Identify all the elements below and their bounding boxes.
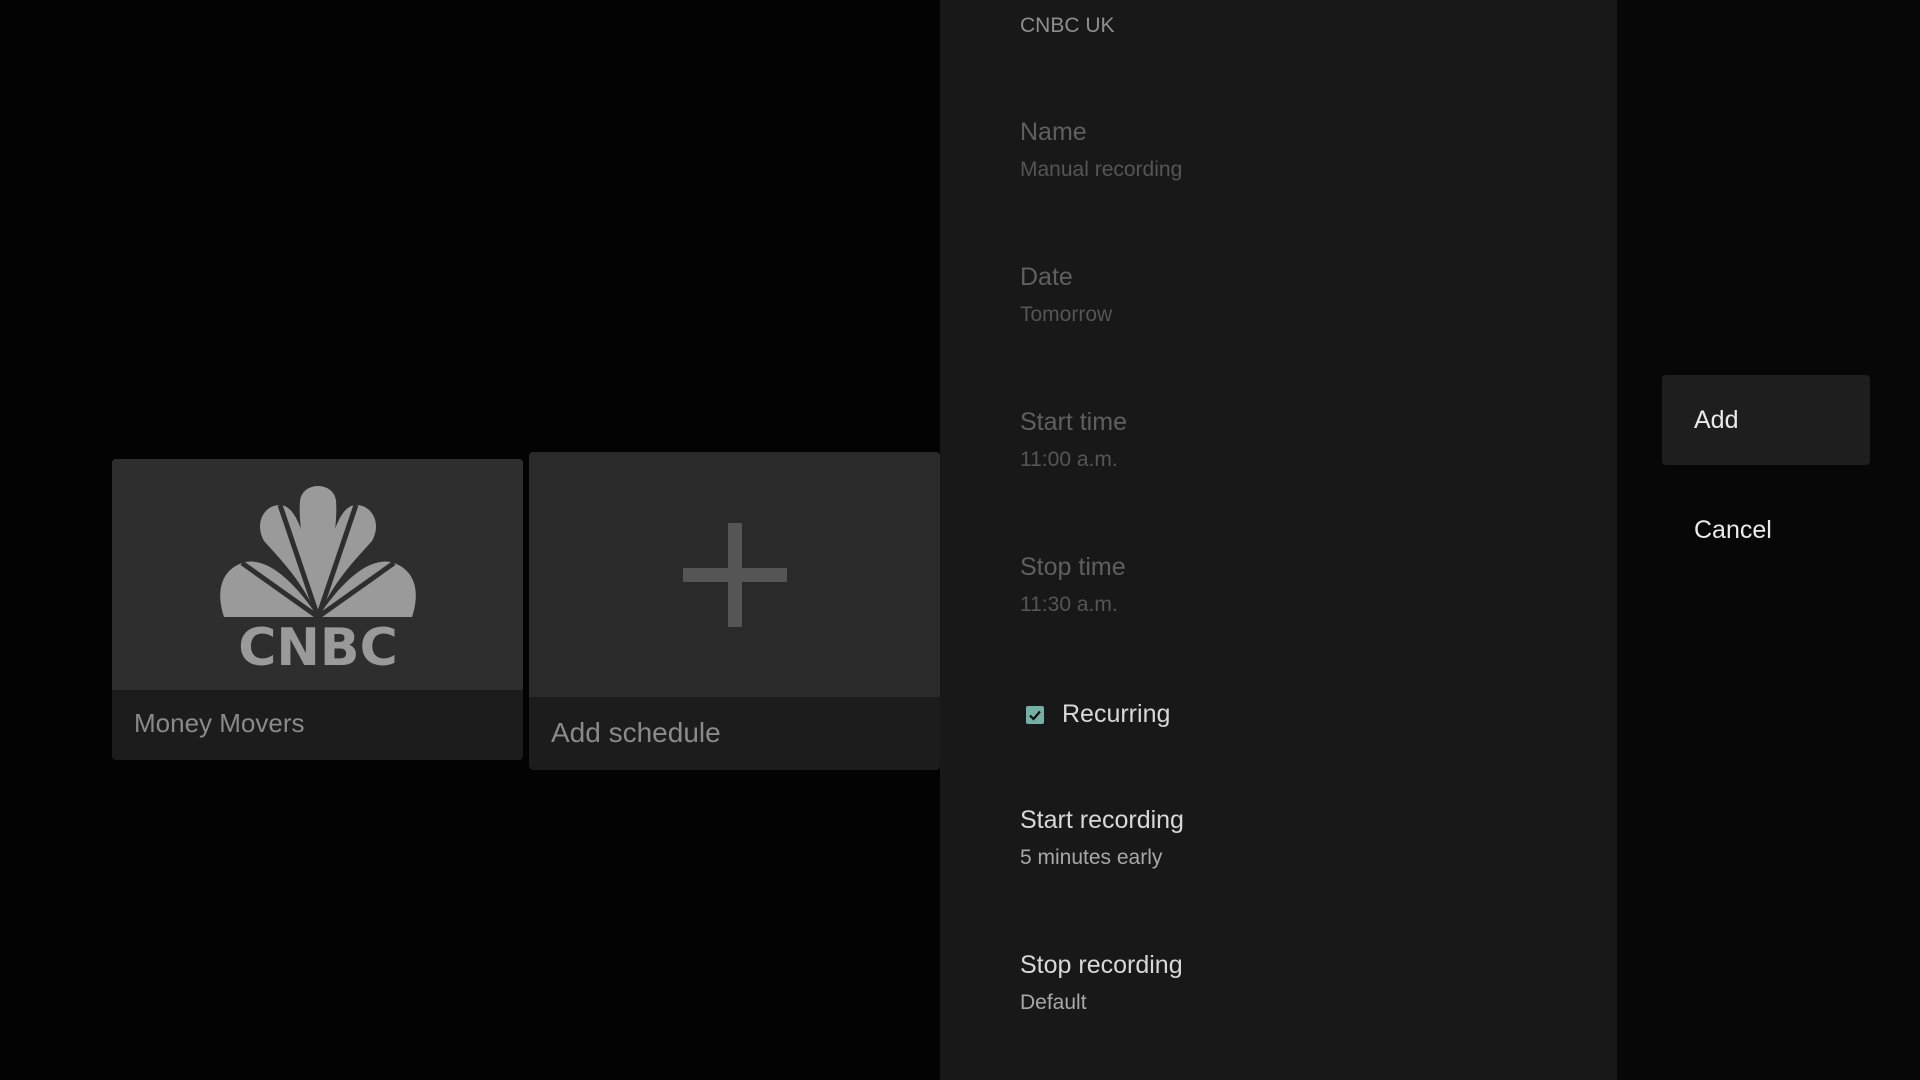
field-label: Start time xyxy=(1020,408,1127,436)
date-field[interactable]: Date Tomorrow xyxy=(1020,262,1112,328)
field-value: 5 minutes early xyxy=(1020,846,1163,869)
plus-icon xyxy=(682,522,787,627)
action-rail: Add Cancel xyxy=(1617,0,1920,1080)
field-value: Tomorrow xyxy=(1020,303,1113,326)
recurring-checkbox[interactable] xyxy=(1026,705,1044,724)
screen: CNBC Money Movers Add schedule CNBC UK N… xyxy=(0,0,1920,1080)
field-label: Name xyxy=(1020,118,1087,146)
schedule-card-money-movers[interactable]: CNBC Money Movers xyxy=(112,459,523,760)
recurring-label: Recurring xyxy=(1062,700,1171,728)
field-label: Start recording xyxy=(1020,806,1184,834)
field-label: Stop time xyxy=(1020,553,1126,581)
card-title: Add schedule xyxy=(551,717,721,748)
recurring-toggle[interactable]: Recurring xyxy=(1026,700,1170,729)
card-title: Money Movers xyxy=(134,708,305,738)
add-thumbnail xyxy=(529,452,940,697)
add-schedule-card[interactable]: Add schedule xyxy=(529,452,940,770)
checkmark-icon xyxy=(1029,710,1041,721)
channel-name: CNBC UK xyxy=(1020,14,1115,37)
cancel-button[interactable]: Cancel xyxy=(1662,485,1870,575)
field-value: 11:00 a.m. xyxy=(1020,448,1118,471)
peacock-logo-icon: CNBC xyxy=(219,485,416,675)
channel-thumbnail: CNBC xyxy=(112,459,523,690)
recording-settings-panel: CNBC UK Name Manual recording Date Tomor… xyxy=(940,0,1617,1080)
stop-recording-field[interactable]: Stop recording Default xyxy=(1020,950,1183,1016)
start-recording-field[interactable]: Start recording 5 minutes early xyxy=(1020,805,1184,871)
start-time-field[interactable]: Start time 11:00 a.m. xyxy=(1020,407,1127,473)
name-field[interactable]: Name Manual recording xyxy=(1020,117,1182,183)
cnbc-logo-text: CNBC xyxy=(238,618,397,675)
field-label: Stop recording xyxy=(1020,951,1183,979)
field-value: 11:30 a.m. xyxy=(1020,593,1118,616)
stop-time-field[interactable]: Stop time 11:30 a.m. xyxy=(1020,552,1126,618)
field-value: Default xyxy=(1020,991,1087,1014)
field-value: Manual recording xyxy=(1020,158,1183,181)
field-label: Date xyxy=(1020,263,1073,291)
add-button[interactable]: Add xyxy=(1662,375,1870,465)
